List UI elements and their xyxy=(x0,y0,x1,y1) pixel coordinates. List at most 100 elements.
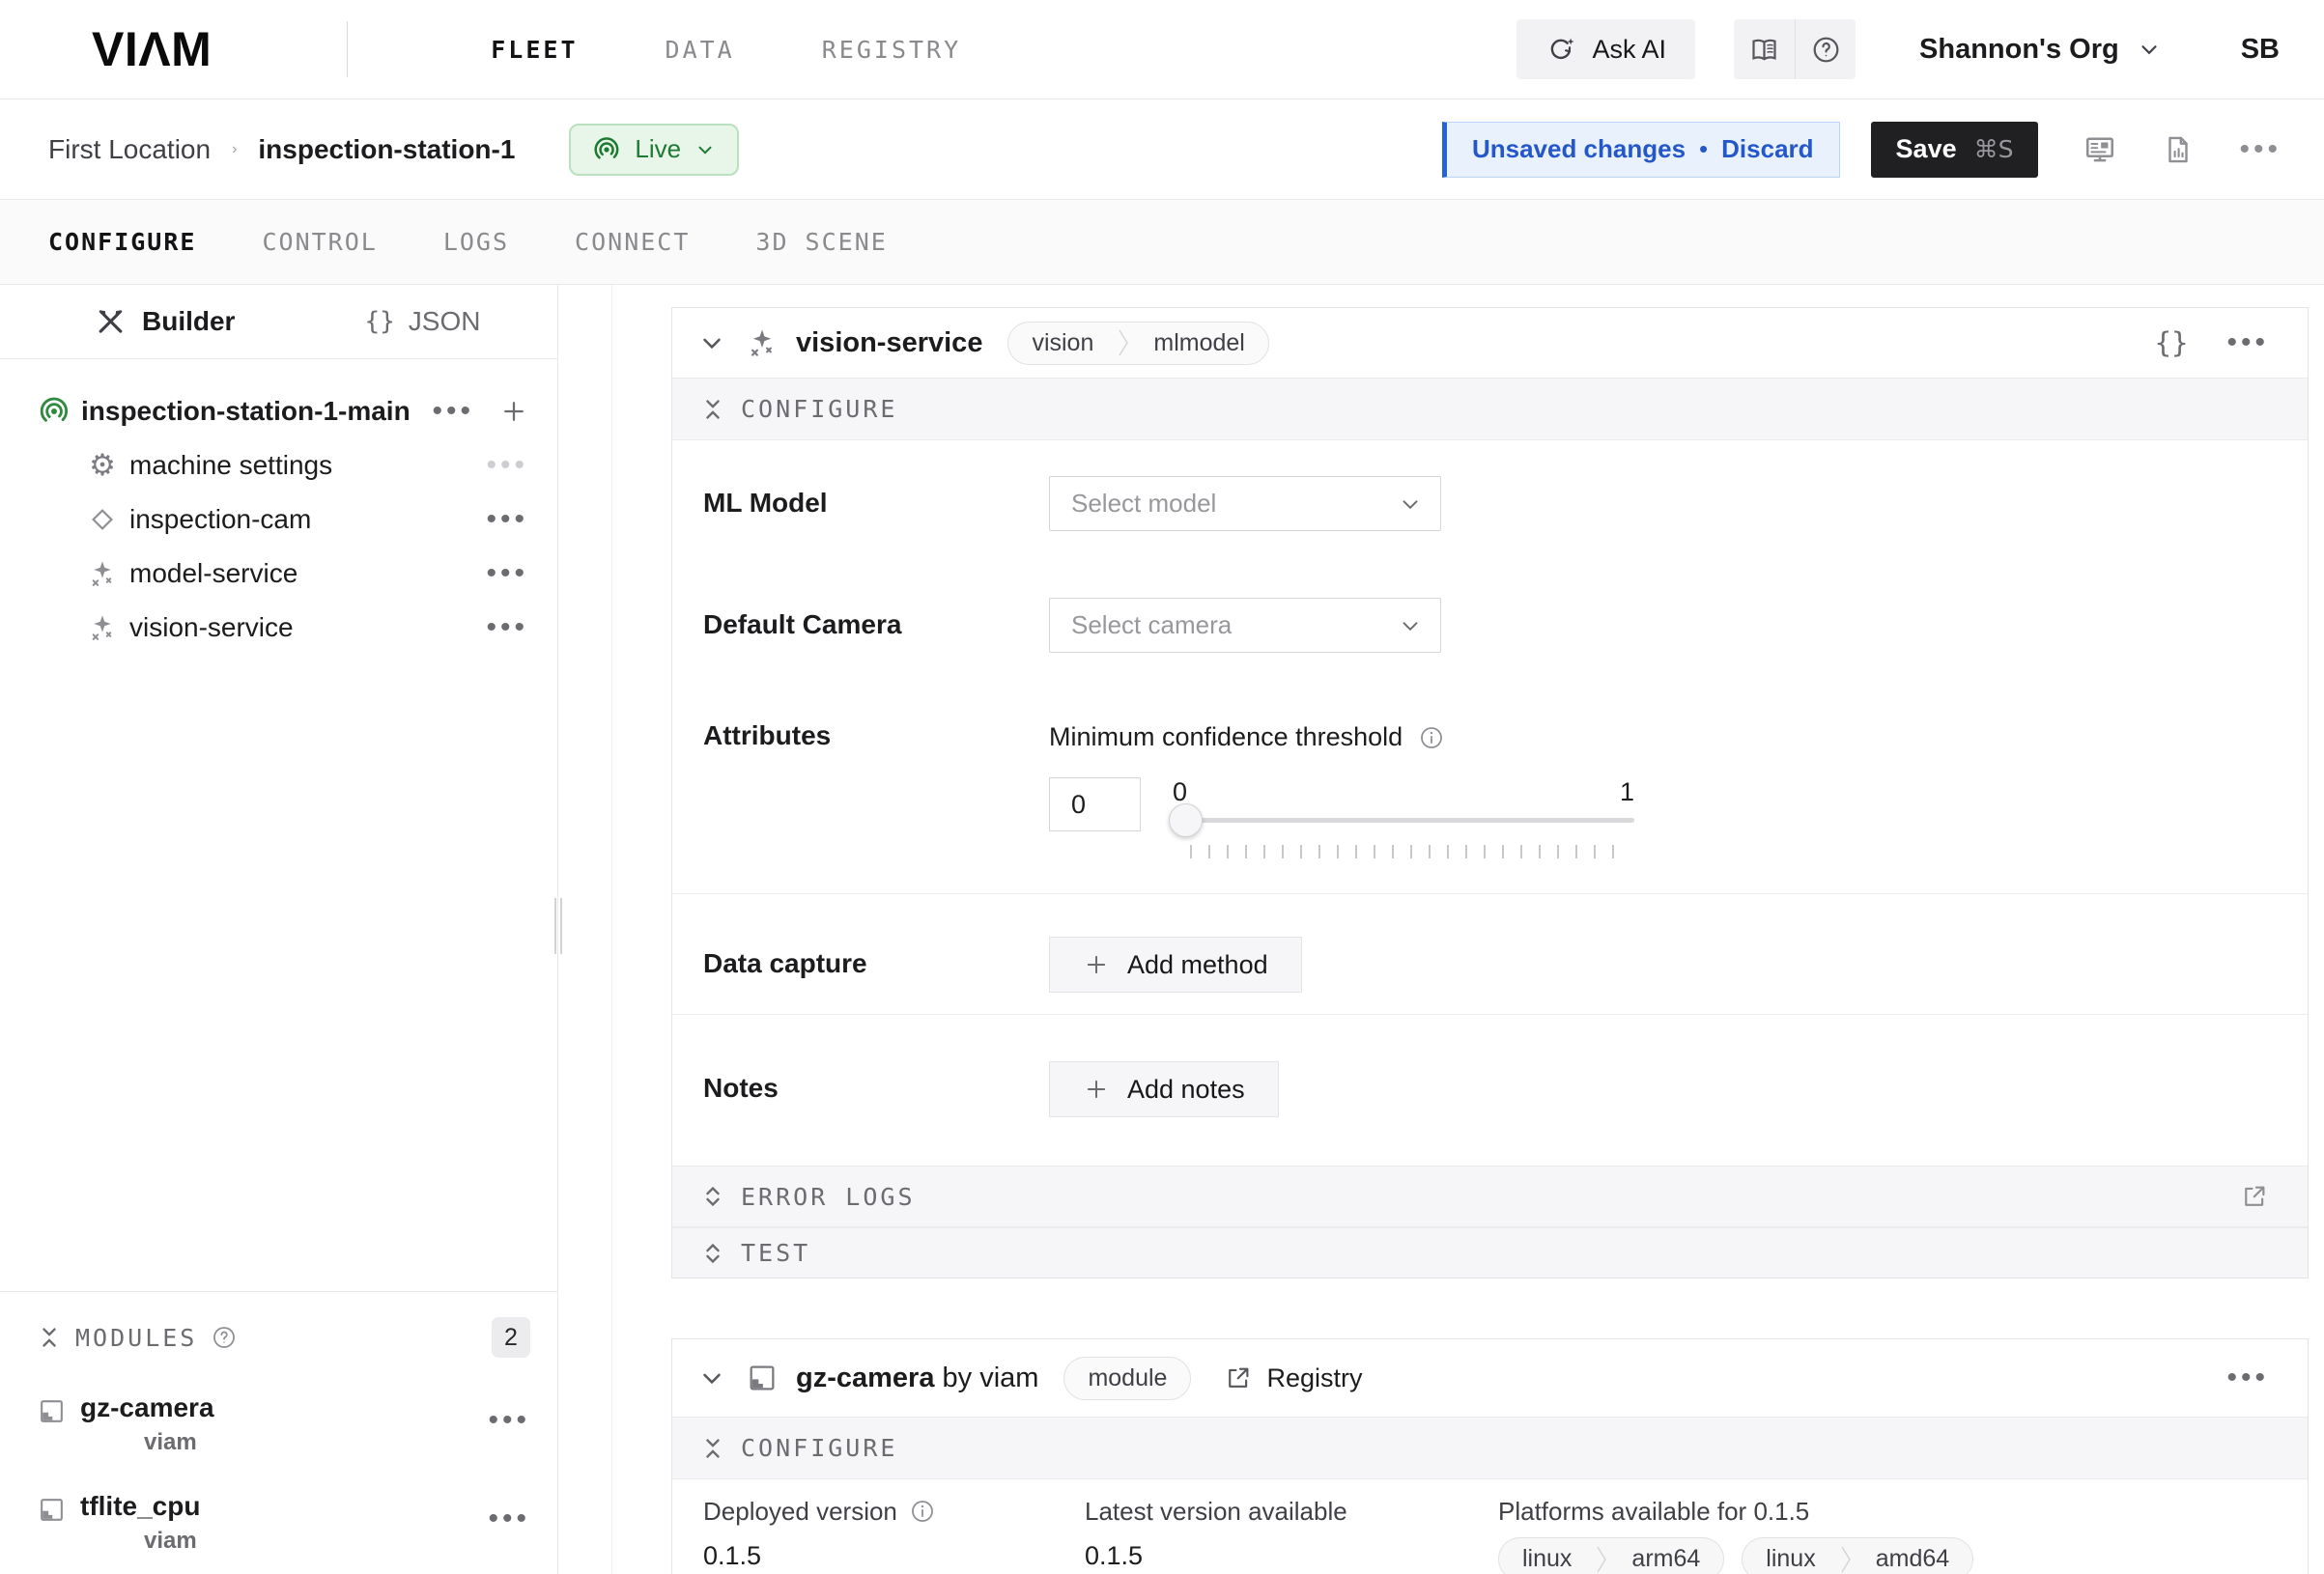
tree-item-model-service[interactable]: model-service ••• xyxy=(0,547,557,601)
tab-logs[interactable]: LOGS xyxy=(443,228,509,256)
module-name: gz-camera xyxy=(80,1392,488,1423)
configure-section-label: CONFIGURE xyxy=(741,395,897,423)
configure-section-label: CONFIGURE xyxy=(741,1434,897,1462)
save-button[interactable]: Save ⌘S xyxy=(1871,122,2039,178)
tree-item-inspection-cam[interactable]: inspection-cam ••• xyxy=(0,492,557,547)
chevron-down-icon xyxy=(694,139,716,160)
slider-ticks xyxy=(1190,845,1625,858)
modules-title: MODULES xyxy=(75,1324,197,1352)
module-more-menu[interactable]: ••• xyxy=(488,1504,530,1533)
test-section-bar[interactable]: TEST xyxy=(672,1227,2308,1278)
tree-item-main-part[interactable]: inspection-station-1-main ••• xyxy=(0,384,557,438)
edit-json-icon[interactable]: {} xyxy=(2155,326,2189,359)
part-more-menu[interactable]: ••• xyxy=(432,397,474,426)
docs-book-icon[interactable] xyxy=(1734,19,1795,79)
latest-version-value: 0.1.5 xyxy=(1085,1541,1498,1571)
tab-control[interactable]: CONTROL xyxy=(262,228,377,256)
ml-model-field: ML Model Select model xyxy=(672,476,2308,531)
threshold-label: Minimum confidence threshold xyxy=(1049,722,1403,752)
slider-handle[interactable] xyxy=(1169,803,1203,837)
ml-model-select[interactable]: Select model xyxy=(1049,476,1441,531)
configure-section-bar[interactable]: CONFIGURE xyxy=(672,378,2308,440)
item-more-menu[interactable]: ••• xyxy=(486,451,528,480)
add-component-icon[interactable] xyxy=(499,397,528,426)
control-monitor-icon[interactable] xyxy=(2083,132,2117,167)
ml-model-placeholder: Select model xyxy=(1071,489,1398,519)
builder-json-toggle: Builder {} JSON xyxy=(0,285,557,359)
gz-camera-module-card: gz-camera by viam module Registry ••• xyxy=(671,1338,2309,1574)
org-name: Shannon's Org xyxy=(1919,34,2119,66)
item-more-menu[interactable]: ••• xyxy=(486,613,528,642)
chevron-down-icon xyxy=(2137,37,2162,62)
threshold-slider: 0 1 xyxy=(1173,777,1634,858)
unsaved-changes-text: Unsaved changes xyxy=(1472,134,1686,164)
sidebar-resize-handle[interactable] xyxy=(554,898,562,954)
tag-segment: arm64 xyxy=(1608,1538,1723,1574)
user-avatar[interactable]: SB xyxy=(2241,34,2280,66)
plus-icon xyxy=(1083,1076,1110,1103)
card-more-menu[interactable]: ••• xyxy=(2226,1363,2269,1392)
tag-segment: linux xyxy=(1499,1538,1595,1574)
tree-item-label: machine settings xyxy=(129,450,486,481)
info-icon[interactable] xyxy=(1418,724,1445,751)
nav-link-fleet[interactable]: FLEET xyxy=(491,36,578,64)
sparkles-icon xyxy=(85,612,120,643)
ask-ai-button[interactable]: Ask AI xyxy=(1516,19,1695,79)
collapse-chevron-icon[interactable] xyxy=(697,328,726,357)
data-capture-field: Data capture Add method xyxy=(672,937,2308,993)
tab-3d-scene[interactable]: 3D SCENE xyxy=(755,228,887,256)
latest-version-label: Latest version available xyxy=(1085,1497,1347,1527)
collapse-chevron-icon[interactable] xyxy=(697,1363,726,1392)
save-label: Save xyxy=(1896,134,1957,164)
registry-label: Registry xyxy=(1266,1363,1362,1393)
discard-button[interactable]: Discard xyxy=(1721,134,1813,164)
item-more-menu[interactable]: ••• xyxy=(486,505,528,534)
external-link-icon[interactable] xyxy=(2240,1182,2269,1211)
nav-link-data[interactable]: DATA xyxy=(666,36,735,64)
machine-more-menu[interactable]: ••• xyxy=(2239,135,2281,164)
slider-track[interactable] xyxy=(1173,818,1634,823)
threshold-number-input[interactable]: 0 xyxy=(1049,777,1141,831)
divider xyxy=(672,1014,2308,1015)
machine-status-dropdown[interactable]: Live xyxy=(569,124,739,176)
notes-label: Notes xyxy=(672,1061,1049,1104)
plus-icon xyxy=(1083,951,1110,978)
error-logs-section-bar[interactable]: ERROR LOGS xyxy=(672,1166,2308,1227)
tree-item-label: model-service xyxy=(129,558,486,589)
test-label: TEST xyxy=(741,1239,810,1267)
module-config-body: Deployed version 0.1.5 xyxy=(672,1479,2308,1574)
module-more-menu[interactable]: ••• xyxy=(488,1406,530,1435)
registry-link[interactable]: Registry xyxy=(1224,1363,1362,1393)
modules-header[interactable]: MODULES 2 xyxy=(37,1317,530,1358)
tree-item-machine-settings[interactable]: ⚙ machine settings ••• xyxy=(0,438,557,492)
json-label: JSON xyxy=(409,306,481,337)
module-list-item-gz-camera[interactable]: gz-camera viam ••• xyxy=(37,1392,530,1456)
info-icon[interactable] xyxy=(909,1498,936,1525)
save-shortcut: ⌘S xyxy=(1974,135,2014,163)
add-method-label: Add method xyxy=(1127,950,1268,980)
modules-help-icon[interactable] xyxy=(211,1324,238,1351)
builder-label: Builder xyxy=(142,306,235,337)
tree-item-vision-service[interactable]: vision-service ••• xyxy=(0,601,557,655)
card-more-menu[interactable]: ••• xyxy=(2226,328,2269,357)
help-icon[interactable] xyxy=(1795,19,1856,79)
logs-document-icon[interactable] xyxy=(2162,133,2195,166)
json-toggle[interactable]: {} JSON xyxy=(364,306,480,337)
breadcrumb-location[interactable]: First Location xyxy=(48,134,211,165)
tab-configure[interactable]: CONFIGURE xyxy=(48,228,196,256)
viam-logo[interactable]: VIΛM xyxy=(92,21,212,77)
deployed-version-value: 0.1.5 xyxy=(703,1541,1085,1571)
default-camera-select[interactable]: Select camera xyxy=(1049,598,1441,653)
item-more-menu[interactable]: ••• xyxy=(486,559,528,588)
org-switcher[interactable]: Shannon's Org xyxy=(1919,34,2162,66)
machine-part-tree: inspection-station-1-main ••• ⚙ machine … xyxy=(0,359,557,1291)
module-list-item-tflite-cpu[interactable]: tflite_cpu viam ••• xyxy=(37,1491,530,1555)
add-method-button[interactable]: Add method xyxy=(1049,937,1302,993)
builder-toggle[interactable]: Builder xyxy=(95,306,235,338)
nav-link-registry[interactable]: REGISTRY xyxy=(822,36,961,64)
tab-connect[interactable]: CONNECT xyxy=(575,228,690,256)
configure-section-bar[interactable]: CONFIGURE xyxy=(672,1417,2308,1479)
bullet-separator: • xyxy=(1699,134,1708,164)
default-camera-placeholder: Select camera xyxy=(1071,610,1398,640)
add-notes-button[interactable]: Add notes xyxy=(1049,1061,1279,1117)
